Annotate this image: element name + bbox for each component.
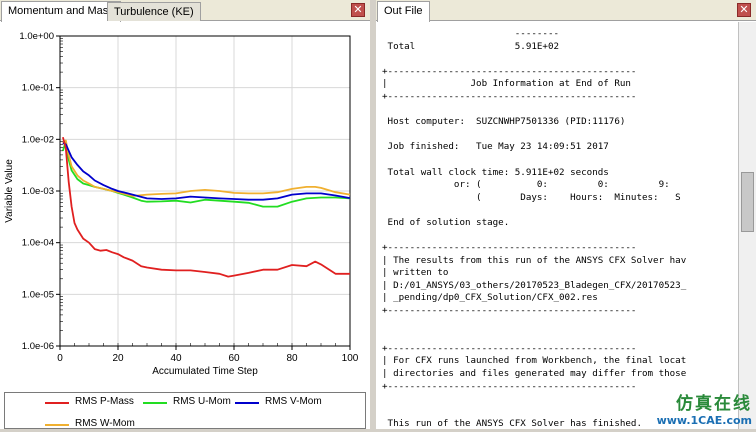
out-line: or: ( 0: 0: 9: bbox=[382, 179, 670, 191]
x-tick-label: 100 bbox=[342, 353, 359, 364]
y-tick-label: 1.0e-04 bbox=[22, 238, 54, 249]
scrollbar-thumb[interactable] bbox=[741, 172, 754, 232]
out-file-tabbar: Out File ✕ bbox=[376, 0, 756, 22]
close-out-file-icon[interactable]: ✕ bbox=[737, 3, 751, 17]
out-file-panel: Out File ✕ -------- Total 5.91E+02 +----… bbox=[376, 0, 756, 429]
out-line: +---------------------------------------… bbox=[382, 65, 637, 77]
out-line: Total wall clock time: 5.911E+02 seconds bbox=[382, 166, 609, 178]
out-line: Host computer: SUZCNWHP7501336 (PID:1117… bbox=[382, 116, 626, 128]
out-line: | D:/01_ANSYS/03_others/20170523_Bladege… bbox=[382, 279, 687, 291]
out-line: | For CFX runs launched from Workbench, … bbox=[382, 355, 687, 367]
x-tick-label: 40 bbox=[170, 353, 182, 364]
out-line: | Job Information at End of Run bbox=[382, 78, 631, 90]
residual-chart: 1.0e-06 1.0e-05 1.0e-04 1.0e-03 1.0e-02 1.0e-… bbox=[4, 31, 359, 377]
y-tick-label: 1.0e-06 bbox=[22, 341, 54, 352]
out-line bbox=[382, 330, 738, 343]
x-tick-label: 20 bbox=[112, 353, 124, 364]
y-tick-label: 1.0e-01 bbox=[22, 83, 54, 94]
out-line: | _pending/dp0_CFX_Solution/CFX_002.res bbox=[382, 292, 598, 304]
legend-label-w-mom: RMS W-Mom bbox=[75, 418, 135, 429]
x-tick-label: 0 bbox=[57, 353, 63, 364]
close-monitor-icon[interactable]: ✕ bbox=[351, 3, 365, 17]
out-line bbox=[382, 154, 738, 167]
x-tick-label: 60 bbox=[228, 353, 240, 364]
x-tick-label: 80 bbox=[286, 353, 298, 364]
y-tick-label: 1.0e+00 bbox=[19, 31, 54, 42]
out-line: | written to bbox=[382, 267, 449, 279]
monitor-tabbar: Momentum and Mass Turbulence (KE) ✕ bbox=[0, 0, 370, 22]
legend-label-p-mass: RMS P-Mass bbox=[75, 396, 134, 407]
y-tick-label: 1.0e-02 bbox=[22, 134, 54, 145]
out-line: +---------------------------------------… bbox=[382, 242, 637, 254]
watermark-url: www.1CAE.com bbox=[656, 414, 752, 427]
out-line: Total 5.91E+02 bbox=[382, 40, 560, 52]
out-line: +---------------------------------------… bbox=[382, 90, 637, 102]
tab-turbulence[interactable]: Turbulence (KE) bbox=[107, 2, 201, 21]
out-line bbox=[382, 230, 738, 243]
vertical-scrollbar[interactable] bbox=[738, 22, 756, 429]
out-line bbox=[382, 104, 738, 117]
tab-out-file[interactable]: Out File bbox=[377, 1, 430, 22]
out-line bbox=[382, 204, 738, 217]
out-line: +---------------------------------------… bbox=[382, 305, 637, 317]
out-line: -------- bbox=[382, 28, 560, 39]
legend-label-u-mom: RMS U-Mom bbox=[173, 396, 231, 407]
out-line: | directories and files generated may di… bbox=[382, 368, 687, 380]
legend-swatch-p-mass bbox=[45, 402, 69, 404]
out-file-text[interactable]: -------- Total 5.91E+02 +---------------… bbox=[376, 22, 738, 429]
out-line bbox=[382, 129, 738, 142]
y-tick-label: 1.0e-03 bbox=[22, 186, 54, 197]
watermark-cn: 仿真在线 bbox=[676, 394, 752, 414]
out-line: Job finished: Tue May 23 14:09:51 2017 bbox=[382, 141, 609, 153]
out-line bbox=[382, 53, 738, 66]
out-line: ( Days: Hours: Minutes: S bbox=[382, 191, 681, 203]
tab-momentum-and-mass[interactable]: Momentum and Mass bbox=[1, 1, 121, 22]
y-tick-label: 1.0e-05 bbox=[22, 289, 54, 300]
y-axis-label: Variable Value bbox=[4, 159, 15, 223]
monitor-panel: Momentum and Mass Turbulence (KE) ✕ 1.0e… bbox=[0, 0, 370, 429]
x-axis-label: Accumulated Time Step bbox=[152, 366, 258, 377]
out-line bbox=[382, 318, 738, 331]
out-line: End of solution stage. bbox=[382, 216, 510, 228]
residual-plot: 1.0e-06 1.0e-05 1.0e-04 1.0e-03 1.0e-02 1.0e-… bbox=[0, 22, 370, 388]
chart-legend: RMS P-Mass RMS U-Mom RMS V-Mom RMS W-Mom bbox=[4, 392, 366, 429]
legend-swatch-w-mom bbox=[45, 424, 69, 426]
legend-label-v-mom: RMS V-Mom bbox=[265, 396, 322, 407]
legend-swatch-v-mom bbox=[235, 402, 259, 404]
out-line: | The results from this run of the ANSYS… bbox=[382, 254, 687, 266]
legend-swatch-u-mom bbox=[143, 402, 167, 404]
watermark: 仿真在线 www.1CAE.com bbox=[657, 389, 752, 427]
out-line: +---------------------------------------… bbox=[382, 342, 637, 354]
